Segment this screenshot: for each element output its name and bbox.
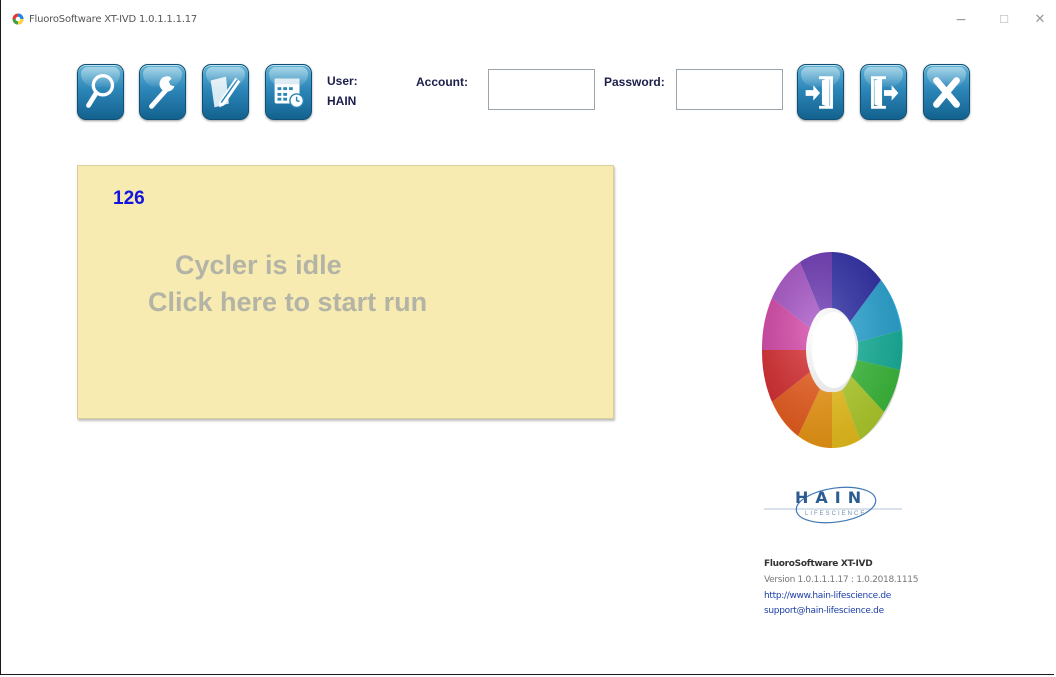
company-logo-text: HAIN xyxy=(795,488,869,507)
pencil-icon xyxy=(210,76,241,108)
calendar-clock-icon xyxy=(274,78,305,109)
start-run-prompt: Click here to start run xyxy=(148,287,428,317)
password-input[interactable] xyxy=(676,69,783,110)
wrench-icon xyxy=(149,76,175,109)
color-wheel-logo xyxy=(761,251,903,449)
password-label: Password: xyxy=(604,75,665,89)
support-email-link[interactable]: support@hain-lifescience.de xyxy=(764,606,884,616)
schedule-button[interactable] xyxy=(265,64,312,120)
cycler-status-text: Cycler is idle xyxy=(175,250,342,280)
company-logo-subtext: LIFESCIENCE xyxy=(805,511,867,517)
user-label: User: xyxy=(327,74,358,88)
app-logo-icon xyxy=(12,13,24,25)
exit-button[interactable] xyxy=(923,64,970,120)
logout-door-icon xyxy=(871,76,899,109)
product-name: FluoroSoftware XT-IVD xyxy=(764,559,873,569)
minimize-button[interactable]: − xyxy=(951,10,971,30)
version-text: Version 1.0.1.1.1.17 : 1.0.2018.1115 xyxy=(764,575,919,585)
login-button[interactable] xyxy=(797,64,844,120)
close-x-icon xyxy=(933,77,960,108)
magnifier-icon xyxy=(86,74,115,108)
edit-button[interactable] xyxy=(202,64,249,120)
title-bar: FluoroSoftware XT-IVD 1.0.1.1.1.17 − ☐ ✕ xyxy=(0,0,1056,30)
maximize-button[interactable]: ☐ xyxy=(994,10,1014,30)
logout-button[interactable] xyxy=(860,64,907,120)
close-window-button[interactable]: ✕ xyxy=(1030,10,1050,30)
account-label: Account: xyxy=(416,75,468,89)
run-counter: 126 xyxy=(113,188,145,209)
website-link[interactable]: http://www.hain-lifescience.de xyxy=(764,591,891,601)
login-door-icon xyxy=(805,76,833,109)
user-value: HAIN xyxy=(327,94,357,108)
search-button[interactable] xyxy=(77,64,124,120)
settings-button[interactable] xyxy=(139,64,186,120)
account-input[interactable] xyxy=(488,69,595,110)
window-title: FluoroSoftware XT-IVD 1.0.1.1.1.17 xyxy=(29,14,198,25)
start-run-panel[interactable]: 126 Cycler is idle Click here to start r… xyxy=(77,165,614,419)
